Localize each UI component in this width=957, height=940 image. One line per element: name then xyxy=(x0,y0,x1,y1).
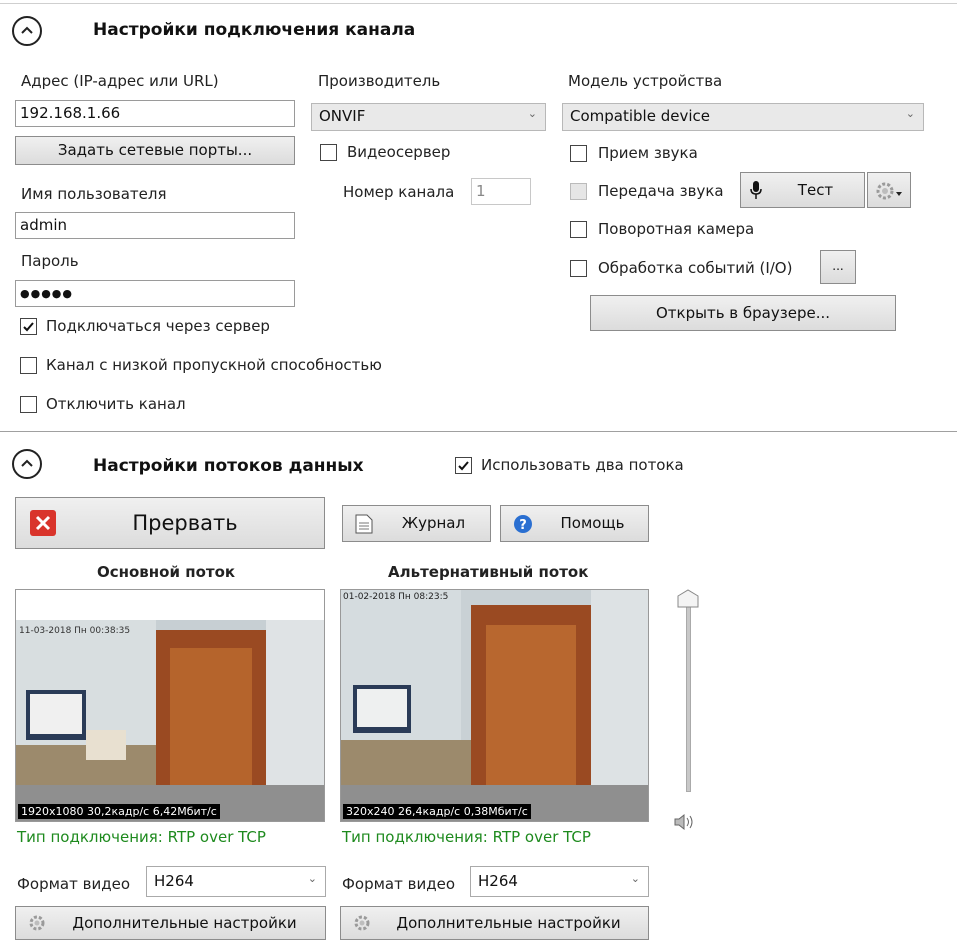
main-video-format-select[interactable]: H264 ⌄ xyxy=(146,866,326,897)
alt-stream-image xyxy=(341,590,648,821)
section-divider xyxy=(0,431,957,432)
collapse-connection-button[interactable] xyxy=(12,16,42,46)
document-icon xyxy=(355,514,373,534)
main-advanced-settings-button[interactable]: Дополнительные настройки xyxy=(15,906,326,940)
main-stream-stats: 1920x1080 30,2кадр/с 6,42Мбит/с xyxy=(18,804,220,819)
username-input[interactable]: admin xyxy=(15,212,295,239)
collapse-streams-button[interactable] xyxy=(12,449,42,479)
model-label: Модель устройства xyxy=(568,72,723,90)
alt-video-format-label: Формат видео xyxy=(342,875,455,893)
password-label: Пароль xyxy=(21,252,79,270)
alt-connection-type-value: RTP over TCP xyxy=(492,828,591,846)
main-stream-image xyxy=(16,620,324,821)
low-bandwidth-checkbox[interactable] xyxy=(20,357,37,374)
main-advanced-settings-label: Дополнительные настройки xyxy=(72,914,297,932)
low-bandwidth-label: Канал с низкой пропускной способностью xyxy=(46,356,382,374)
connect-via-server-label: Подключаться через сервер xyxy=(46,317,270,335)
event-processing-checkbox[interactable] xyxy=(570,260,587,277)
main-video-format-label: Формат видео xyxy=(17,875,130,893)
password-input[interactable]: ●●●●● xyxy=(15,280,295,307)
alt-connection-type: Тип подключения: RTP over TCP xyxy=(342,828,591,846)
channel-number-input[interactable]: 1 xyxy=(471,178,531,205)
microphone-icon xyxy=(750,181,762,199)
help-button[interactable]: ? Помощь xyxy=(500,505,649,542)
alt-video-format-select[interactable]: H264 ⌄ xyxy=(470,866,649,897)
chevron-up-icon xyxy=(21,26,33,34)
connect-via-server-checkbox[interactable] xyxy=(20,318,37,335)
disable-channel-label: Отключить канал xyxy=(46,395,186,413)
streams-section-title: Настройки потоков данных xyxy=(93,456,364,476)
help-icon: ? xyxy=(514,515,532,533)
alt-connection-type-label: Тип подключения: xyxy=(342,828,488,846)
main-connection-type-value: RTP over TCP xyxy=(167,828,266,846)
manufacturer-label: Производитель xyxy=(318,72,441,90)
videoserver-checkbox[interactable] xyxy=(320,144,337,161)
disable-channel-checkbox[interactable] xyxy=(20,396,37,413)
svg-text:?: ? xyxy=(519,518,527,533)
audio-out-checkbox[interactable] xyxy=(570,183,587,200)
main-video-format-value: H264 xyxy=(154,872,194,890)
test-button[interactable]: Тест xyxy=(740,172,865,208)
audio-out-label: Передача звука xyxy=(598,182,724,200)
alt-stream-stats: 320x240 26,4кадр/с 0,38Мбит/с xyxy=(343,804,531,819)
chevron-down-icon: ⌄ xyxy=(527,107,537,120)
alt-stream-title: Альтернативный поток xyxy=(388,563,589,581)
channel-number-label: Номер канала xyxy=(343,183,455,201)
chevron-down-icon: ⌄ xyxy=(307,872,317,885)
connection-section-title: Настройки подключения канала xyxy=(93,20,416,40)
ptz-camera-label: Поворотная камера xyxy=(598,220,755,238)
abort-button[interactable]: Прервать xyxy=(15,497,325,549)
gear-icon xyxy=(29,915,45,931)
audio-in-checkbox[interactable] xyxy=(570,145,587,162)
gear-dropdown-icon xyxy=(876,182,902,200)
volume-slider-track[interactable] xyxy=(686,600,691,792)
chevron-down-icon: ⌄ xyxy=(905,107,915,120)
address-label: Адрес (IP-адрес или URL) xyxy=(21,72,219,90)
videoserver-label: Видеосервер xyxy=(347,143,451,161)
abort-button-label: Прервать xyxy=(132,511,238,535)
audio-settings-button[interactable] xyxy=(867,172,911,208)
manufacturer-value: ONVIF xyxy=(319,107,366,125)
model-value: Compatible device xyxy=(570,107,710,125)
alt-stream-preview: 01-02-2018 Пн 08:23:5 320x240 26,4кадр/с… xyxy=(340,589,649,822)
speaker-icon[interactable] xyxy=(672,812,698,832)
event-processing-label: Обработка событий (I/O) xyxy=(598,259,793,277)
volume-slider-thumb[interactable] xyxy=(676,589,700,609)
open-browser-button[interactable]: Открыть в браузере... xyxy=(590,295,896,331)
main-connection-type: Тип подключения: RTP over TCP xyxy=(17,828,266,846)
manufacturer-select[interactable]: ONVIF ⌄ xyxy=(311,103,546,131)
alt-advanced-settings-label: Дополнительные настройки xyxy=(396,914,621,932)
abort-x-icon xyxy=(30,510,56,536)
journal-button-label: Журнал xyxy=(401,514,466,532)
use-two-streams-label: Использовать два потока xyxy=(481,456,684,474)
main-connection-type-label: Тип подключения: xyxy=(17,828,163,846)
checkmark-icon xyxy=(458,461,469,471)
main-stream-title: Основной поток xyxy=(97,563,236,581)
chevron-down-icon: ⌄ xyxy=(630,872,640,885)
address-input[interactable]: 192.168.1.66 xyxy=(15,100,295,127)
audio-in-label: Прием звука xyxy=(598,144,698,162)
alt-advanced-settings-button[interactable]: Дополнительные настройки xyxy=(340,906,649,940)
main-stream-preview: 11-03-2018 Пн 00:38:35 1920x1080 30,2кад… xyxy=(15,589,325,822)
test-button-label: Тест xyxy=(797,181,834,199)
use-two-streams-checkbox[interactable] xyxy=(455,457,472,474)
alt-cam-timestamp: 01-02-2018 Пн 08:23:5 xyxy=(343,592,449,602)
gear-icon xyxy=(354,915,370,931)
top-divider xyxy=(0,3,957,4)
model-select[interactable]: Compatible device ⌄ xyxy=(562,103,924,131)
chevron-up-icon xyxy=(21,459,33,467)
help-button-label: Помощь xyxy=(560,514,625,532)
checkmark-icon xyxy=(23,322,34,332)
alt-video-format-value: H264 xyxy=(478,872,518,890)
event-settings-button[interactable]: ... xyxy=(820,250,856,284)
journal-button[interactable]: Журнал xyxy=(342,505,491,542)
main-cam-timestamp: 11-03-2018 Пн 00:38:35 xyxy=(19,626,131,636)
username-label: Имя пользователя xyxy=(21,185,167,203)
ptz-camera-checkbox[interactable] xyxy=(570,221,587,238)
set-ports-button[interactable]: Задать сетевые порты... xyxy=(15,136,295,165)
